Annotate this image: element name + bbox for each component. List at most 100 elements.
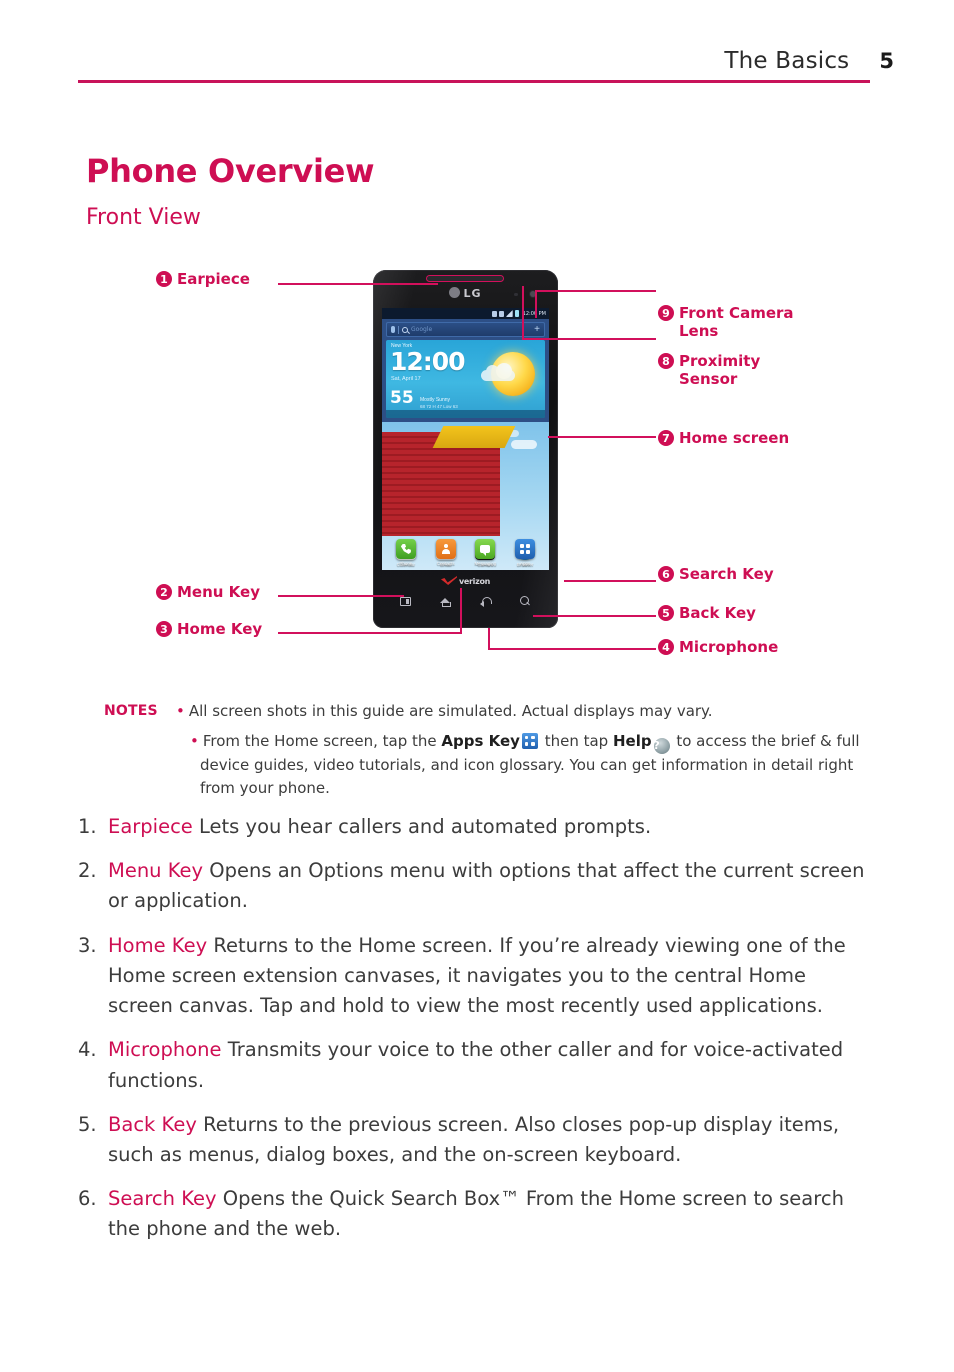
list-number: 5. xyxy=(78,1112,97,1136)
callout-label: Microphone xyxy=(679,638,779,656)
callout-label: Front Camera Lens xyxy=(679,304,794,341)
callout-earpiece: 1 Earpiece xyxy=(156,270,250,288)
list-text: Opens an Options menu with options that … xyxy=(108,859,865,913)
note-item: • All screen shots in this guide are simu… xyxy=(176,700,884,723)
callout-proximity-sensor: 8 Proximity Sensor xyxy=(658,352,760,389)
page-title: Phone Overview xyxy=(86,152,375,190)
note-item: • From the Home screen, tap the Apps Key … xyxy=(190,730,884,800)
bullet-icon: • xyxy=(190,731,199,750)
dock-label: Messaging xyxy=(474,561,497,566)
microphone-icon[interactable] xyxy=(391,326,395,333)
leader-line-proximity-v xyxy=(522,286,524,339)
home-key[interactable] xyxy=(438,594,453,608)
contacts-icon xyxy=(435,539,456,559)
question-mark-icon: ? xyxy=(653,737,670,754)
list-body: Home Key Returns to the Home screen. If … xyxy=(108,931,868,1022)
note-text: All screen shots in this guide are simul… xyxy=(188,702,713,720)
wifi-icon xyxy=(498,310,504,317)
callout-label: Earpiece xyxy=(177,270,250,288)
callout-badge: 6 xyxy=(658,566,674,582)
phone-illustration: LG 12:00 PM Google + New York 12:00 Sat,… xyxy=(373,270,558,628)
weather-high-low: 68 72 H 47 Low 63 xyxy=(420,404,458,409)
callout-microphone: 4 Microphone xyxy=(658,638,778,656)
search-placeholder: Google xyxy=(411,326,433,333)
dock-messaging[interactable]: Messaging xyxy=(466,539,506,566)
callout-badge: 7 xyxy=(658,430,674,446)
lg-mark-icon xyxy=(449,287,461,298)
list-number: 6. xyxy=(78,1187,97,1211)
list-body: Microphone Transmits your voice to the o… xyxy=(108,1035,868,1095)
status-bar: 12:00 PM xyxy=(382,308,549,319)
wallpaper-cloud-icon xyxy=(511,440,537,449)
earpiece-highlight xyxy=(426,275,504,282)
leader-line-home-screen xyxy=(548,436,656,438)
search-key[interactable] xyxy=(518,594,533,608)
leader-line-microphone xyxy=(488,648,656,650)
cloud-icon xyxy=(481,363,515,381)
leader-line-earpiece xyxy=(278,283,438,285)
list-text: Opens the Quick Search Box™ From the Hom… xyxy=(108,1187,844,1241)
home-screen-wallpaper: 27 Calendar Gmail Camera Browser xyxy=(382,422,549,570)
list-term: Home Key xyxy=(108,933,208,957)
list-term: Back Key xyxy=(108,1112,197,1136)
callout-label: Menu Key xyxy=(177,583,260,601)
bullet-icon: • xyxy=(176,702,185,720)
callout-home-key: 3 Home Key xyxy=(156,620,262,638)
list-body: Earpiece Lets you hear callers and autom… xyxy=(108,812,868,842)
battery-icon xyxy=(514,310,519,317)
list-item: 6. Search Key Opens the Quick Search Box… xyxy=(78,1184,868,1244)
list-item: 2. Menu Key Opens an Options menu with o… xyxy=(78,856,868,916)
callout-badge: 5 xyxy=(658,605,674,621)
verizon-check-icon xyxy=(440,576,457,585)
list-text: Lets you hear callers and automated prom… xyxy=(192,815,652,838)
callout-badge: 2 xyxy=(156,584,172,600)
verizon-logo: verizon xyxy=(373,576,558,586)
callout-label: Home screen xyxy=(679,429,790,447)
list-term: Search Key xyxy=(108,1187,217,1211)
leader-line-home-key xyxy=(278,632,461,634)
list-term: Menu Key xyxy=(108,859,204,883)
list-number: 3. xyxy=(78,933,97,957)
dock-label: Contacts xyxy=(436,561,455,566)
note-text-part-1: From the Home screen, tap the xyxy=(202,731,442,750)
weather-date: Sat, April 17 xyxy=(391,376,421,382)
header-divider xyxy=(78,80,870,83)
list-item: 3. Home Key Returns to the Home screen. … xyxy=(78,931,868,1022)
home-screen-dock: Phone Contacts Messaging Apps xyxy=(382,539,549,566)
dock-apps[interactable]: Apps xyxy=(505,539,545,566)
callout-label: Home Key xyxy=(177,620,263,638)
callout-menu-key: 2 Menu Key xyxy=(156,583,260,601)
apps-key-label: Apps Key xyxy=(441,731,520,750)
weather-clock: 12:00 xyxy=(390,347,466,376)
callout-badge: 3 xyxy=(156,621,172,637)
list-number: 4. xyxy=(78,1038,97,1062)
feature-description-list: 1. Earpiece Lets you hear callers and au… xyxy=(78,812,868,1259)
plus-icon[interactable]: + xyxy=(534,324,540,335)
wallpaper-roof xyxy=(432,426,516,448)
back-key-icon xyxy=(480,596,493,607)
callout-front-camera-lens: 9 Front Camera Lens xyxy=(658,304,794,341)
dock-phone[interactable]: Phone xyxy=(386,539,426,566)
handset-glyph xyxy=(400,544,411,554)
weather-widget[interactable]: New York 12:00 Sat, April 17 55 Mostly S… xyxy=(386,340,545,418)
leader-line-front-camera xyxy=(536,290,656,292)
callout-badge: 9 xyxy=(658,305,674,321)
notes-label: NOTES xyxy=(104,703,158,719)
list-term: Microphone xyxy=(108,1038,222,1062)
phone-screen: 12:00 PM Google + New York 12:00 Sat, Ap… xyxy=(382,308,549,570)
note-text-part-2: then tap xyxy=(539,731,613,750)
home-key-icon xyxy=(439,596,451,607)
callout-label: Search Key xyxy=(679,565,774,583)
apps-grid-icon xyxy=(521,732,538,749)
leader-line-front-camera-v xyxy=(535,290,537,318)
person-glyph xyxy=(441,544,451,554)
leader-line-search-key xyxy=(564,580,656,582)
callout-back-key: 5 Back Key xyxy=(658,604,756,622)
callout-search-key: 6 Search Key xyxy=(658,565,774,583)
back-key[interactable] xyxy=(478,594,493,608)
dock-contacts[interactable]: Contacts xyxy=(426,539,466,566)
list-term: Earpiece xyxy=(108,815,193,838)
divider xyxy=(398,325,399,334)
grid-dots-glyph xyxy=(520,544,531,554)
callout-label: Proximity Sensor xyxy=(679,352,761,389)
